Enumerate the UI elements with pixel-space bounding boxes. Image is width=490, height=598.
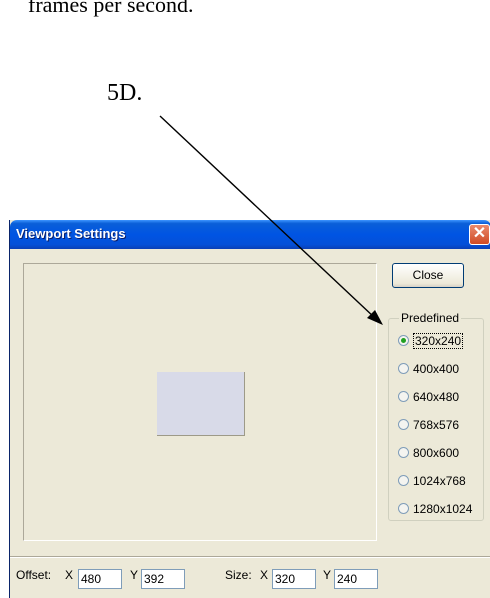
callout-arrow bbox=[159, 115, 383, 325]
